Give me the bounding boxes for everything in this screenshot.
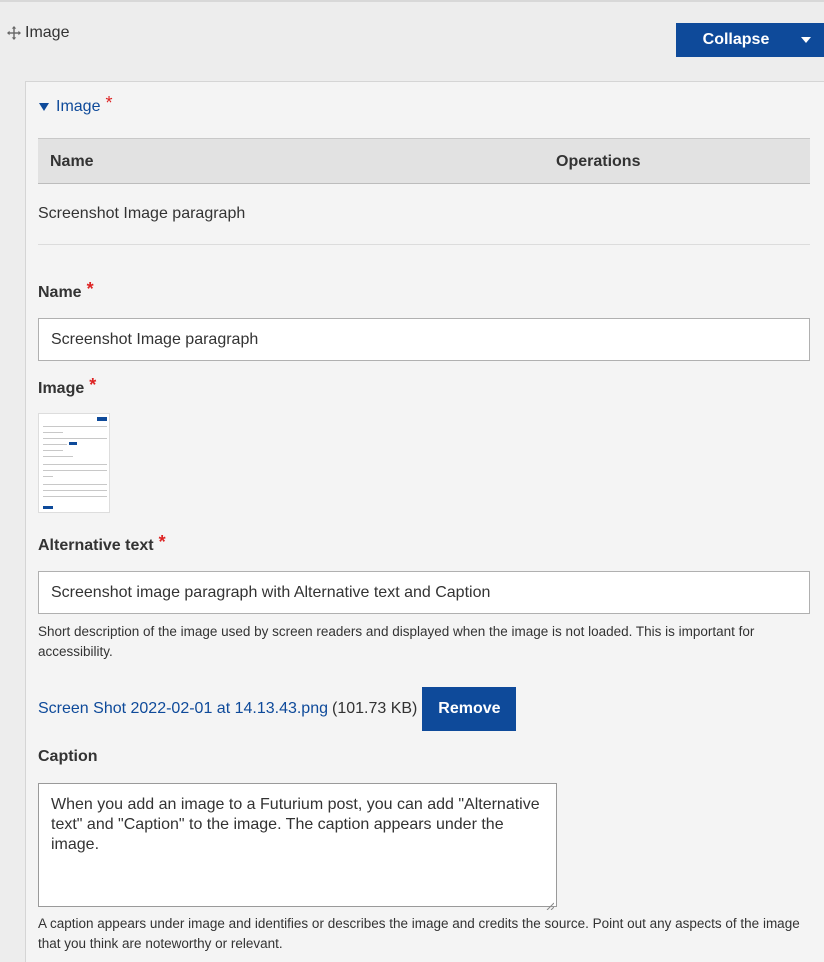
caption-description: A caption appears under image and identi… — [38, 916, 800, 951]
required-marker: * — [86, 279, 94, 299]
thumb-mark — [69, 442, 77, 445]
alt-text-label: Alternative text * — [38, 532, 166, 556]
required-marker: * — [158, 532, 166, 552]
collapse-button-group[interactable]: Collapse — [676, 23, 824, 57]
caption-label: Caption — [38, 748, 98, 766]
name-input[interactable] — [38, 318, 810, 361]
thumb-line — [43, 438, 107, 439]
caption-textarea[interactable]: When you add an image to a Futurium post… — [38, 783, 557, 911]
image-label-text: Image — [38, 379, 85, 397]
name-label-text: Name — [38, 283, 82, 301]
dropdown-toggle[interactable] — [788, 23, 824, 57]
thumb-line — [43, 426, 107, 427]
thumb-line — [43, 450, 63, 451]
alt-text-input[interactable] — [38, 571, 810, 614]
file-link[interactable]: Screen Shot 2022-02-01 at 14.13.43.png — [38, 700, 328, 718]
name-label: Name * — [38, 279, 94, 303]
required-marker: * — [105, 93, 113, 113]
remove-button[interactable]: Remove — [422, 687, 517, 731]
caption-text: When you add an image to a Futurium post… — [51, 796, 540, 853]
paragraph-type-title: Image — [25, 24, 70, 41]
required-marker: * — [89, 375, 97, 395]
chevron-down-icon — [801, 37, 811, 43]
thumb-line — [43, 464, 107, 465]
thumb-line — [43, 470, 107, 471]
file-size: (101.73 KB) — [332, 700, 418, 717]
image-paragraph-panel: Image * Name Operations Screenshot Image… — [25, 81, 824, 962]
file-row: Screen Shot 2022-02-01 at 14.13.43.png (… — [38, 687, 517, 731]
image-details-summary[interactable]: Image * — [39, 93, 113, 117]
column-header-operations: Operations — [556, 153, 641, 170]
thumb-line — [43, 484, 107, 485]
drag-handle-row[interactable]: Image — [7, 24, 69, 42]
thumb-mark — [97, 417, 107, 421]
image-thumbnail[interactable] — [38, 413, 110, 513]
image-label: Image * — [38, 375, 97, 399]
alt-text-description: Short description of the image used by s… — [38, 624, 755, 659]
triangle-down-icon — [39, 102, 49, 111]
top-divider — [0, 0, 824, 2]
thumb-line — [43, 444, 67, 445]
collapse-button[interactable]: Collapse — [676, 31, 788, 49]
table-row: Screenshot Image paragraph — [38, 184, 810, 245]
thumb-line — [43, 490, 107, 491]
thumb-line — [43, 456, 73, 457]
thumb-mark — [43, 506, 53, 509]
caption-label-text: Caption — [38, 748, 98, 765]
alt-text-label-text: Alternative text — [38, 536, 154, 554]
column-header-name: Name — [50, 153, 94, 170]
row-name-cell: Screenshot Image paragraph — [38, 205, 246, 222]
resize-handle-icon[interactable] — [546, 896, 555, 911]
thumb-line — [43, 432, 63, 433]
thumb-line — [43, 476, 53, 477]
thumb-line — [43, 496, 107, 497]
table-header: Name Operations — [38, 138, 810, 184]
summary-label: Image — [56, 97, 101, 115]
move-arrows-icon[interactable] — [7, 26, 21, 40]
